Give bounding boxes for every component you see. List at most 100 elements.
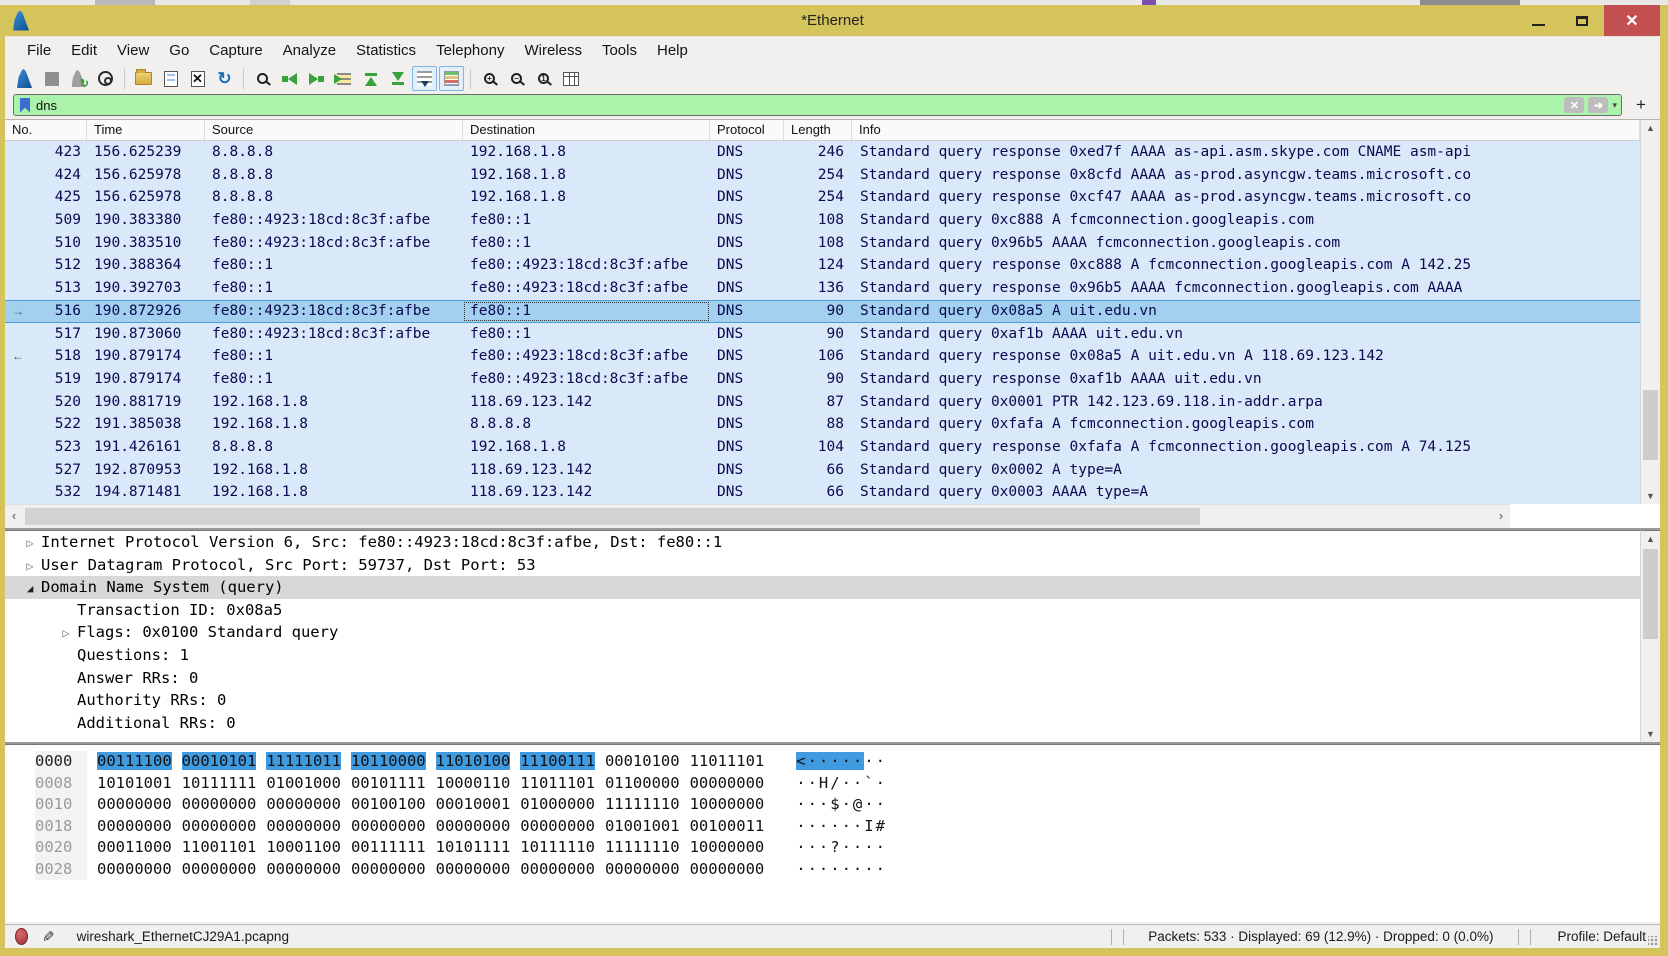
scrollbar-thumb[interactable]	[1643, 549, 1658, 639]
menu-capture[interactable]: Capture	[199, 37, 272, 65]
detail-line[interactable]: Additional RRs: 0	[5, 712, 1640, 735]
packet-row[interactable]: →516190.872926fe80::4923:18cd:8c3f:afbef…	[5, 300, 1640, 323]
expand-collapsed-icon[interactable]: ▷	[19, 532, 41, 555]
go-forward-icon[interactable]	[304, 66, 329, 91]
auto-scroll-icon[interactable]	[412, 66, 437, 91]
scrollbar-thumb[interactable]	[1643, 390, 1658, 460]
bytes-row[interactable]: 0028000000000000000000000000000000000000…	[5, 859, 1660, 881]
packet-row[interactable]: 425156.6259788.8.8.8192.168.1.8DNS254Sta…	[5, 186, 1640, 209]
details-vscrollbar[interactable]: ▲ ▼	[1640, 530, 1660, 742]
scroll-up-icon[interactable]: ▲	[1641, 531, 1660, 547]
go-to-packet-icon[interactable]	[331, 66, 356, 91]
filter-apply-button[interactable]: ➜	[1588, 97, 1608, 113]
resize-columns-icon[interactable]	[558, 66, 583, 91]
column-length[interactable]: Length	[784, 120, 852, 140]
filter-add-button[interactable]: +	[1630, 95, 1652, 115]
menu-telephony[interactable]: Telephony	[426, 37, 514, 65]
detail-line[interactable]: Transaction ID: 0x08a5	[5, 599, 1640, 622]
detail-line[interactable]: ▷Flags: 0x0100 Standard query	[5, 621, 1640, 644]
packet-list-vscrollbar[interactable]: ▲ ▼	[1640, 120, 1660, 504]
column-source[interactable]: Source	[205, 120, 463, 140]
menu-tools[interactable]: Tools	[592, 37, 647, 65]
packet-row[interactable]: 517190.873060fe80::4923:18cd:8c3f:afbefe…	[5, 323, 1640, 346]
detail-line[interactable]: ◢Domain Name System (query)	[5, 576, 1640, 599]
bytes-row[interactable]: 0010000000000000000000000000001001000001…	[5, 794, 1660, 816]
packet-row[interactable]: 519190.879174fe80::1fe80::4923:18cd:8c3f…	[5, 368, 1640, 391]
packet-row[interactable]: 520190.881719192.168.1.8118.69.123.142DN…	[5, 391, 1640, 414]
display-filter-input[interactable]: dns ✕ ➜ ▾	[13, 94, 1622, 116]
packet-row[interactable]: 513190.392703fe80::1fe80::4923:18cd:8c3f…	[5, 277, 1640, 300]
profile-indicator[interactable]: Profile: Default	[1541, 929, 1660, 944]
menu-wireless[interactable]: Wireless	[514, 37, 592, 65]
column-destination[interactable]: Destination	[463, 120, 710, 140]
capture-comment-icon[interactable]: ✎	[42, 928, 55, 946]
capture-options-icon[interactable]	[93, 66, 118, 91]
close-file-icon[interactable]: ✕	[185, 66, 210, 91]
restart-capture-icon[interactable]: ↻	[66, 66, 91, 91]
scroll-down-icon[interactable]: ▼	[1641, 488, 1660, 504]
reload-file-icon[interactable]: ↻	[212, 66, 237, 91]
expand-expanded-icon[interactable]: ◢	[19, 578, 41, 601]
packet-row[interactable]: 509190.383380fe80::4923:18cd:8c3f:afbefe…	[5, 209, 1640, 232]
bit-group: 11011101	[690, 752, 765, 770]
filter-clear-button[interactable]: ✕	[1564, 97, 1584, 113]
menu-file[interactable]: File	[17, 37, 61, 65]
column-info[interactable]: Info	[852, 120, 1640, 140]
detail-line[interactable]: ▷Internet Protocol Version 6, Src: fe80:…	[5, 531, 1640, 554]
packet-row[interactable]: 522191.385038192.168.1.88.8.8.8DNS88Stan…	[5, 413, 1640, 436]
bytes-row[interactable]: 0018000000000000000000000000000000000000…	[5, 816, 1660, 838]
resize-grip[interactable]	[1648, 936, 1658, 946]
scroll-right-icon[interactable]: ›	[1492, 505, 1510, 528]
packet-row[interactable]: 523191.4261618.8.8.8192.168.1.8DNS104Sta…	[5, 436, 1640, 459]
column-no[interactable]: No.	[5, 120, 87, 140]
packet-row[interactable]: 510190.383510fe80::4923:18cd:8c3f:afbefe…	[5, 232, 1640, 255]
column-time[interactable]: Time	[87, 120, 205, 140]
packet-row[interactable]: 423156.6252398.8.8.8192.168.1.8DNS246Sta…	[5, 141, 1640, 164]
bytes-row[interactable]: 0000001111000001010111111011101100001101…	[5, 751, 1660, 773]
packet-list-hscrollbar[interactable]: ‹ ›	[5, 504, 1510, 528]
menu-analyze[interactable]: Analyze	[273, 37, 346, 65]
detail-line[interactable]: ▷User Datagram Protocol, Src Port: 59737…	[5, 554, 1640, 577]
detail-line[interactable]: Authority RRs: 0	[5, 689, 1640, 712]
save-file-icon[interactable]	[158, 66, 183, 91]
stop-capture-icon[interactable]	[39, 66, 64, 91]
filter-value[interactable]: dns	[36, 98, 1560, 113]
scroll-left-icon[interactable]: ‹	[5, 505, 23, 528]
menu-go[interactable]: Go	[159, 37, 199, 65]
scroll-down-icon[interactable]: ▼	[1641, 726, 1660, 742]
filter-bookmark-icon[interactable]	[20, 98, 30, 113]
title-bar[interactable]: *Ethernet ✕	[5, 5, 1660, 36]
menu-statistics[interactable]: Statistics	[346, 37, 426, 65]
menu-view[interactable]: View	[107, 37, 159, 65]
byte-offset: 0020	[35, 837, 87, 859]
packet-row[interactable]: 424156.6259788.8.8.8192.168.1.8DNS254Sta…	[5, 164, 1640, 187]
open-file-icon[interactable]	[131, 66, 156, 91]
bytes-row[interactable]: 0020000110001100110110001100001111111010…	[5, 837, 1660, 859]
detail-line[interactable]: Answer RRs: 0	[5, 667, 1640, 690]
go-first-icon[interactable]	[358, 66, 383, 91]
go-last-icon[interactable]	[385, 66, 410, 91]
packet-row[interactable]: 527192.870953192.168.1.8118.69.123.142DN…	[5, 459, 1640, 482]
expand-collapsed-icon[interactable]: ▷	[19, 555, 41, 578]
filter-dropdown-icon[interactable]: ▾	[1612, 100, 1617, 111]
cell-time: 191.426161	[87, 436, 205, 459]
scroll-up-icon[interactable]: ▲	[1641, 120, 1660, 136]
go-back-icon[interactable]	[277, 66, 302, 91]
zoom-original-icon[interactable]: 1	[531, 66, 556, 91]
expand-collapsed-icon[interactable]: ▷	[55, 622, 77, 645]
packet-row[interactable]: 532194.871481192.168.1.8118.69.123.142DN…	[5, 481, 1640, 504]
packet-row[interactable]: ←518190.879174fe80::1fe80::4923:18cd:8c3…	[5, 345, 1640, 368]
start-capture-icon[interactable]	[12, 66, 37, 91]
bytes-row[interactable]: 0008101010011011111101001000001011111000…	[5, 773, 1660, 795]
detail-line[interactable]: Questions: 1	[5, 644, 1640, 667]
zoom-in-icon[interactable]: +	[477, 66, 502, 91]
packet-row[interactable]: 512190.388364fe80::1fe80::4923:18cd:8c3f…	[5, 254, 1640, 277]
colorize-icon[interactable]	[439, 66, 464, 91]
scrollbar-thumb[interactable]	[25, 508, 1200, 525]
column-protocol[interactable]: Protocol	[710, 120, 784, 140]
menu-help[interactable]: Help	[647, 37, 698, 65]
menu-edit[interactable]: Edit	[61, 37, 107, 65]
find-packet-icon[interactable]	[250, 66, 275, 91]
zoom-out-icon[interactable]: −	[504, 66, 529, 91]
expert-info-icon[interactable]	[15, 928, 28, 945]
